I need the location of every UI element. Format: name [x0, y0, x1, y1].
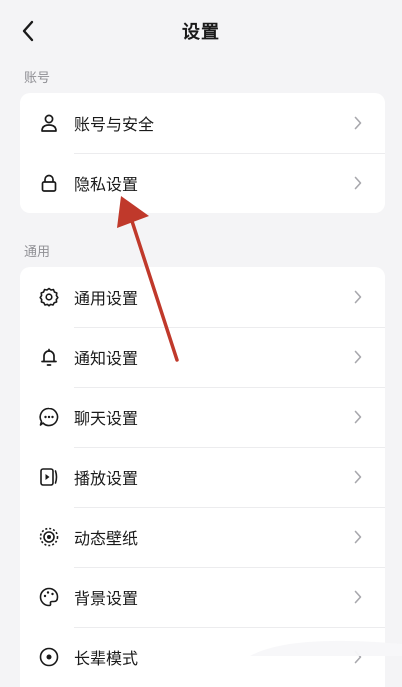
chevron-right-icon [351, 176, 365, 190]
bell-icon [38, 346, 60, 368]
play-icon [38, 466, 60, 488]
settings-item-chat[interactable]: 聊天设置 [20, 387, 385, 447]
wallpaper-icon [38, 526, 60, 548]
settings-item-label: 账号与安全 [74, 115, 155, 134]
settings-item-label: 通知设置 [74, 349, 139, 368]
settings-item-live-wallpaper[interactable]: 动态壁纸 [20, 507, 385, 567]
palette-icon [38, 586, 60, 608]
chevron-right-icon [351, 530, 365, 544]
user-icon [38, 112, 60, 134]
settings-item-label: 播放设置 [74, 469, 139, 488]
gear-icon [38, 286, 60, 308]
settings-item-account-security[interactable]: 账号与安全 [20, 93, 385, 153]
chevron-right-icon [351, 470, 365, 484]
bottom-overlay-decoration [250, 640, 402, 656]
general-card: 通用设置 通知设置 聊天设置 播放设置 动态壁纸 背景设置 长辈模式 [20, 267, 385, 687]
settings-item-label: 通用设置 [74, 289, 139, 308]
settings-item-label: 背景设置 [74, 589, 139, 608]
section-label-account: 账号 [24, 71, 51, 86]
lock-icon [38, 172, 60, 194]
settings-item-background[interactable]: 背景设置 [20, 567, 385, 627]
settings-item-playback[interactable]: 播放设置 [20, 447, 385, 507]
page-title: 设置 [182, 22, 220, 43]
chevron-right-icon [351, 410, 365, 424]
settings-item-label: 隐私设置 [74, 175, 139, 194]
settings-item-privacy[interactable]: 隐私设置 [20, 153, 385, 213]
settings-item-label: 聊天设置 [74, 409, 139, 428]
chat-icon [38, 406, 60, 428]
chevron-right-icon [351, 350, 365, 364]
chevron-right-icon [351, 116, 365, 130]
section-label-general: 通用 [24, 245, 51, 260]
settings-item-general[interactable]: 通用设置 [20, 267, 385, 327]
settings-item-notifications[interactable]: 通知设置 [20, 327, 385, 387]
account-card: 账号与安全 隐私设置 [20, 93, 385, 213]
chevron-right-icon [351, 590, 365, 604]
header: 设置 [0, 0, 402, 62]
chevron-right-icon [351, 290, 365, 304]
settings-item-label: 动态壁纸 [74, 529, 139, 548]
elder-mode-icon [38, 646, 60, 668]
